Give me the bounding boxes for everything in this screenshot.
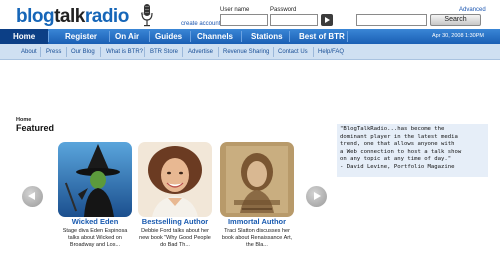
password-label: Password xyxy=(270,7,297,13)
featured-desc-immortal-author: Traci Slatton discusses her book about R… xyxy=(212,228,302,249)
press-quote: "BlogTalkRadio...has become the dominant… xyxy=(337,124,488,177)
advanced-search-link[interactable]: Advanced xyxy=(459,7,486,13)
subnav-help-faq[interactable]: Help/FAQ xyxy=(318,44,344,60)
logo-wordmark: blogtalkradio xyxy=(16,6,129,28)
subnav-separator xyxy=(182,47,183,57)
logo-part-blog: blog xyxy=(16,6,55,27)
desc-line: the Bla... xyxy=(246,242,268,248)
author-portrait-image xyxy=(138,142,212,217)
desc-line: book about Renaissance Art, xyxy=(221,235,293,241)
nav-channels[interactable]: Channels xyxy=(197,29,233,44)
desc-line: do Bad Th... xyxy=(160,242,190,248)
featured-image-wicked-eden[interactable] xyxy=(58,142,132,217)
featured-image-bestselling-author[interactable] xyxy=(138,142,212,217)
nav-best-of-btr[interactable]: Best of BTR xyxy=(299,29,345,44)
carousel-next-arrow-icon[interactable] xyxy=(306,186,327,207)
nav-separator xyxy=(109,31,110,42)
main-nav: Home Register On Air Guides Channels Sta… xyxy=(0,29,500,44)
desc-line: Debbie Ford talks about her xyxy=(141,228,209,234)
login-button[interactable] xyxy=(321,14,333,26)
subnav-separator xyxy=(66,47,67,57)
subnav-btr-store[interactable]: BTR Store xyxy=(150,44,178,60)
desc-line: new book "Why Good People xyxy=(139,235,211,241)
nav-home[interactable]: Home xyxy=(0,29,48,44)
subnav-separator xyxy=(313,47,314,57)
featured-desc-bestselling-author: Debbie Ford talks about her new book "Wh… xyxy=(131,228,219,249)
subnav-press[interactable]: Press xyxy=(46,44,61,60)
featured-title-wicked-eden[interactable]: Wicked Eden xyxy=(58,217,132,226)
subnav-advertise[interactable]: Advertise xyxy=(188,44,213,60)
nav-separator xyxy=(149,31,150,42)
featured-title-bestselling-author[interactable]: Bestselling Author xyxy=(134,217,216,226)
username-input[interactable] xyxy=(220,14,268,26)
nav-separator xyxy=(289,31,290,42)
quote-line: on any topic at any time of day." xyxy=(340,156,452,162)
subnav-contact-us[interactable]: Contact Us xyxy=(278,44,308,60)
quote-line: a Web connection to host a talk show xyxy=(340,148,462,155)
nav-separator xyxy=(48,31,49,42)
search-input[interactable] xyxy=(356,14,427,26)
featured-desc-wicked-eden: Stage diva Eden Espinosa talks about Wic… xyxy=(53,228,137,249)
quote-attribution: - David Levine, Portfolio Magazine xyxy=(340,163,455,170)
subnav-about[interactable]: About xyxy=(21,44,37,60)
quote-line: dominant player in the latest media xyxy=(340,133,458,140)
featured-title-immortal-author[interactable]: Immortal Author xyxy=(217,217,297,226)
nav-separator xyxy=(190,31,191,42)
logo-part-radio: radio xyxy=(84,6,129,27)
desc-line: Broadway and Los... xyxy=(69,242,121,248)
subnav-separator xyxy=(273,47,274,57)
desc-line: Stage diva Eden Espinosa xyxy=(62,228,128,234)
featured-title: Featured xyxy=(16,123,55,133)
subnav-separator xyxy=(218,47,219,57)
password-input[interactable] xyxy=(270,14,318,26)
nav-separator xyxy=(241,31,242,42)
nav-on-air[interactable]: On Air xyxy=(115,29,139,44)
featured-image-immortal-author[interactable] xyxy=(220,142,294,217)
nav-register[interactable]: Register xyxy=(65,29,97,44)
subnav-separator xyxy=(40,47,41,57)
witch-portrait-image xyxy=(58,142,132,217)
create-account-link[interactable]: create account xyxy=(181,21,220,27)
nav-separator xyxy=(347,31,348,42)
sub-nav: About Press Our Blog What is BTR? BTR St… xyxy=(0,44,500,60)
carousel-prev-arrow-icon[interactable] xyxy=(22,186,43,207)
subnav-what-is-btr[interactable]: What is BTR? xyxy=(106,44,143,60)
subnav-revenue-sharing[interactable]: Revenue Sharing xyxy=(223,44,269,60)
nav-guides[interactable]: Guides xyxy=(155,29,182,44)
microphone-icon xyxy=(141,4,153,27)
desc-line: talks about Wicked on xyxy=(68,235,122,241)
subnav-separator xyxy=(144,47,145,57)
desc-line: Traci Slatton discusses her xyxy=(224,228,290,234)
nav-stations[interactable]: Stations xyxy=(251,29,283,44)
quote-line: trend, one that allows anyone with xyxy=(340,141,455,147)
logo-part-talk: talk xyxy=(54,6,85,27)
nav-date: Apr 30, 2008 1:30PM xyxy=(432,33,484,39)
subnav-our-blog[interactable]: Our Blog xyxy=(71,44,95,60)
username-label: User name xyxy=(220,7,250,13)
subnav-separator xyxy=(100,47,101,57)
quote-line: "BlogTalkRadio...has become the xyxy=(340,126,445,132)
search-button[interactable]: Search xyxy=(430,14,481,26)
book-cover-image xyxy=(220,142,294,217)
